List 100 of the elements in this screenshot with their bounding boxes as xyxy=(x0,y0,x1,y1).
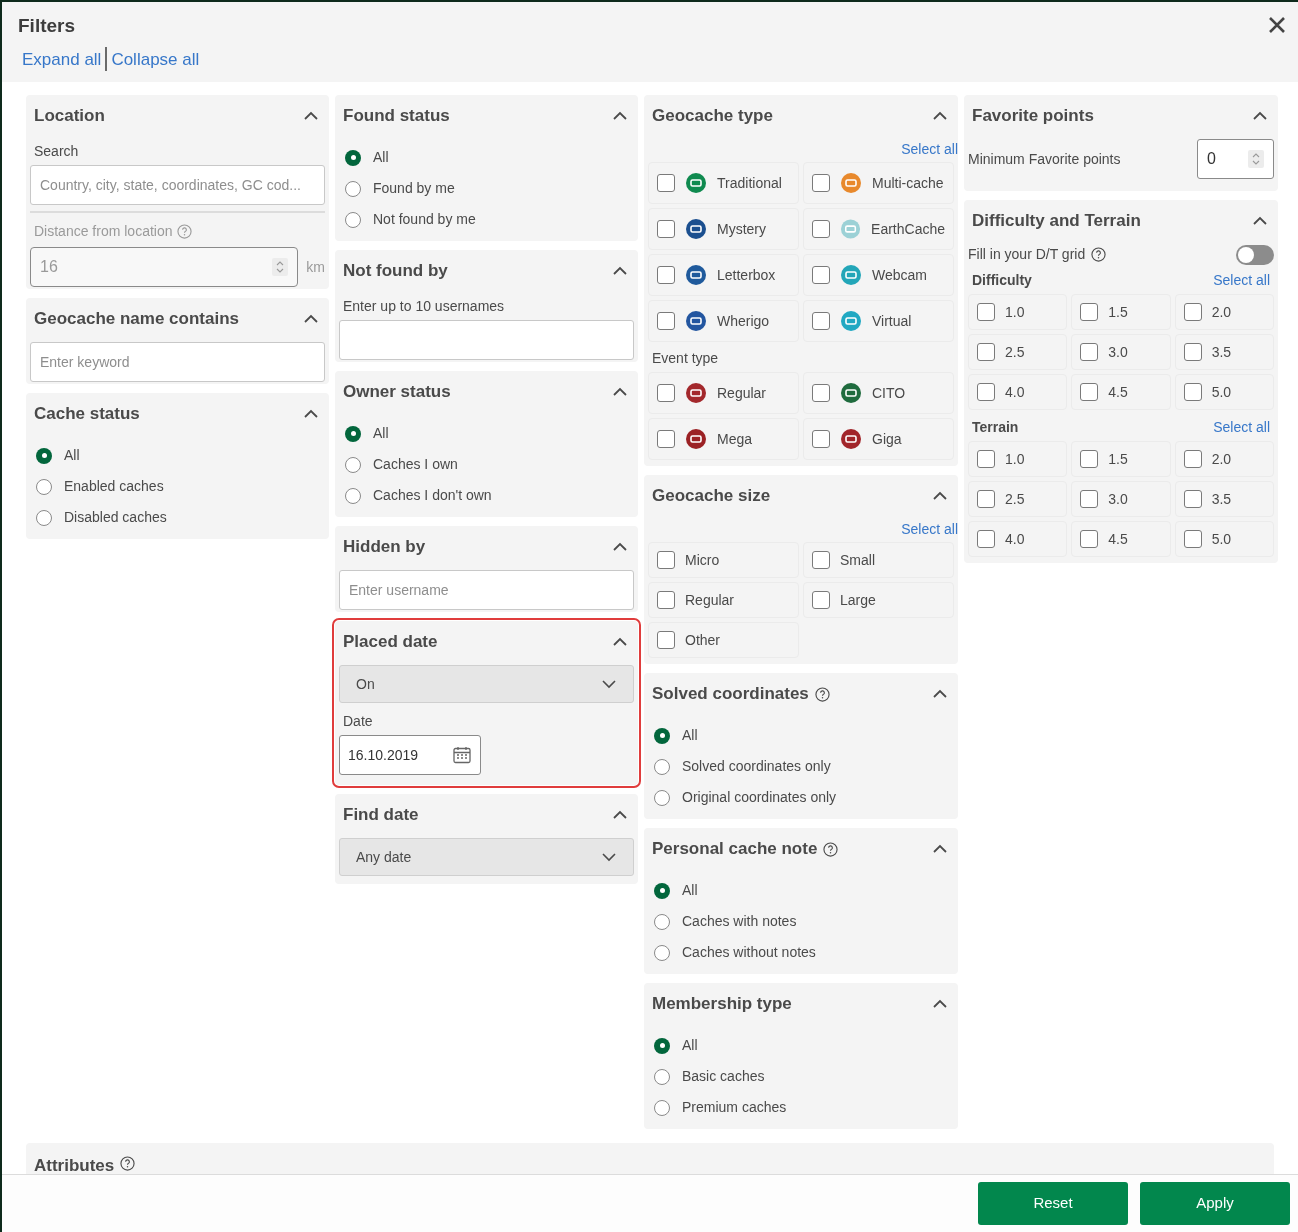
chevron-up-icon[interactable] xyxy=(303,409,319,419)
cache-type-option[interactable]: Mystery xyxy=(648,208,799,250)
chevron-up-icon[interactable] xyxy=(612,111,628,121)
chevron-up-icon[interactable] xyxy=(612,266,628,276)
radio-button[interactable] xyxy=(345,149,361,166)
checkbox[interactable] xyxy=(1183,530,1202,548)
checkbox[interactable] xyxy=(1080,343,1099,361)
cache-type-option[interactable]: Traditional xyxy=(648,162,799,204)
cache-type-option[interactable]: Regular xyxy=(648,372,799,414)
radio-button[interactable] xyxy=(36,509,52,526)
radio-button[interactable] xyxy=(654,1037,670,1054)
checkbox-option[interactable]: 2.0 xyxy=(1174,294,1274,330)
checkbox[interactable] xyxy=(1080,530,1099,548)
radio-button[interactable] xyxy=(654,727,670,744)
cache-type-option[interactable]: EarthCache xyxy=(803,208,954,250)
checkbox-option[interactable]: Large xyxy=(803,582,954,618)
header-link[interactable]: Expand all xyxy=(22,46,102,72)
checkbox[interactable] xyxy=(657,551,675,569)
checkbox-option[interactable]: Micro xyxy=(648,542,799,578)
checkbox[interactable] xyxy=(977,530,995,548)
chevron-up-icon[interactable] xyxy=(612,637,628,647)
checkbox[interactable] xyxy=(1183,383,1202,401)
checkbox[interactable] xyxy=(977,343,995,361)
radio-button[interactable] xyxy=(345,180,361,197)
chevron-up-icon[interactable] xyxy=(932,491,948,501)
checkbox-option[interactable]: Other xyxy=(648,622,799,658)
help-icon[interactable] xyxy=(814,686,830,702)
checkbox[interactable] xyxy=(977,383,995,401)
radio-button[interactable] xyxy=(654,1099,670,1116)
checkbox-option[interactable]: Regular xyxy=(648,582,799,618)
checkbox[interactable] xyxy=(657,591,675,609)
checkbox[interactable] xyxy=(1183,343,1202,361)
checkbox-option[interactable]: 4.5 xyxy=(1071,374,1171,410)
checkbox[interactable] xyxy=(657,631,675,649)
select-all-link[interactable]: Select all xyxy=(901,519,958,542)
chevron-up-icon[interactable] xyxy=(612,387,628,397)
checkbox-option[interactable]: 3.0 xyxy=(1071,334,1171,370)
help-icon[interactable] xyxy=(120,1156,136,1171)
radio-button[interactable] xyxy=(345,487,361,504)
checkbox[interactable] xyxy=(812,312,830,330)
cache-type-option[interactable]: Virtual xyxy=(803,300,954,342)
radio-button[interactable] xyxy=(654,789,670,806)
calendar-icon[interactable] xyxy=(452,745,472,765)
dropdown[interactable]: Any date xyxy=(339,838,634,876)
chevron-up-icon[interactable] xyxy=(303,314,319,324)
radio-button[interactable] xyxy=(654,913,670,930)
checkbox[interactable] xyxy=(812,430,830,448)
cache-type-option[interactable]: Webcam xyxy=(803,254,954,296)
cache-type-option[interactable]: Letterbox xyxy=(648,254,799,296)
chevron-up-icon[interactable] xyxy=(303,111,319,121)
checkbox-option[interactable]: 4.0 xyxy=(968,521,1068,557)
radio-button[interactable] xyxy=(345,211,361,228)
checkbox[interactable] xyxy=(1080,383,1099,401)
chevron-up-icon[interactable] xyxy=(932,844,948,854)
checkbox[interactable] xyxy=(657,266,675,284)
checkbox[interactable] xyxy=(812,384,830,402)
checkbox-option[interactable]: 1.5 xyxy=(1071,441,1171,477)
checkbox-option[interactable]: 4.5 xyxy=(1071,521,1171,557)
checkbox-option[interactable]: 2.5 xyxy=(968,334,1068,370)
checkbox-option[interactable]: 1.0 xyxy=(968,441,1068,477)
radio-button[interactable] xyxy=(345,456,361,473)
toggle-switch[interactable] xyxy=(1236,244,1274,265)
text-field[interactable]: Enter keyword xyxy=(30,342,325,382)
checkbox-option[interactable]: 3.0 xyxy=(1071,481,1171,517)
radio-button[interactable] xyxy=(654,1068,670,1085)
checkbox[interactable] xyxy=(1183,490,1202,508)
radio-button[interactable] xyxy=(36,447,52,464)
text-field[interactable]: Country, city, state, coordinates, GC cod... xyxy=(30,165,325,205)
checkbox[interactable] xyxy=(1080,450,1099,468)
help-icon[interactable] xyxy=(1091,247,1107,262)
help-icon[interactable] xyxy=(823,841,839,857)
checkbox[interactable] xyxy=(657,430,675,448)
checkbox[interactable] xyxy=(812,551,830,569)
checkbox[interactable] xyxy=(657,384,675,402)
checkbox[interactable] xyxy=(812,174,830,192)
checkbox[interactable] xyxy=(657,174,675,192)
radio-button[interactable] xyxy=(654,882,670,899)
checkbox-option[interactable]: 2.5 xyxy=(968,481,1068,517)
checkbox[interactable] xyxy=(977,303,995,321)
checkbox[interactable] xyxy=(977,450,995,468)
checkbox-option[interactable]: 5.0 xyxy=(1174,374,1274,410)
action-button[interactable]: Apply xyxy=(1140,1182,1290,1225)
radio-button[interactable] xyxy=(36,478,52,495)
chevron-up-icon[interactable] xyxy=(932,689,948,699)
radio-button[interactable] xyxy=(654,944,670,961)
checkbox[interactable] xyxy=(812,591,830,609)
checkbox[interactable] xyxy=(812,220,830,238)
chevron-up-icon[interactable] xyxy=(612,542,628,552)
checkbox[interactable] xyxy=(657,220,675,238)
cache-type-option[interactable]: CITO xyxy=(803,372,954,414)
checkbox[interactable] xyxy=(1080,303,1099,321)
select-all-link[interactable]: Select all xyxy=(901,139,958,162)
cache-type-option[interactable]: Multi-cache xyxy=(803,162,954,204)
checkbox-option[interactable]: 3.5 xyxy=(1174,334,1274,370)
cache-type-option[interactable]: Giga xyxy=(803,418,954,460)
header-link[interactable]: Collapse all xyxy=(111,46,200,72)
dropdown[interactable]: On xyxy=(339,665,634,703)
checkbox[interactable] xyxy=(812,266,830,284)
chevron-up-icon[interactable] xyxy=(1252,111,1268,121)
text-field[interactable]: Enter username xyxy=(339,570,634,610)
